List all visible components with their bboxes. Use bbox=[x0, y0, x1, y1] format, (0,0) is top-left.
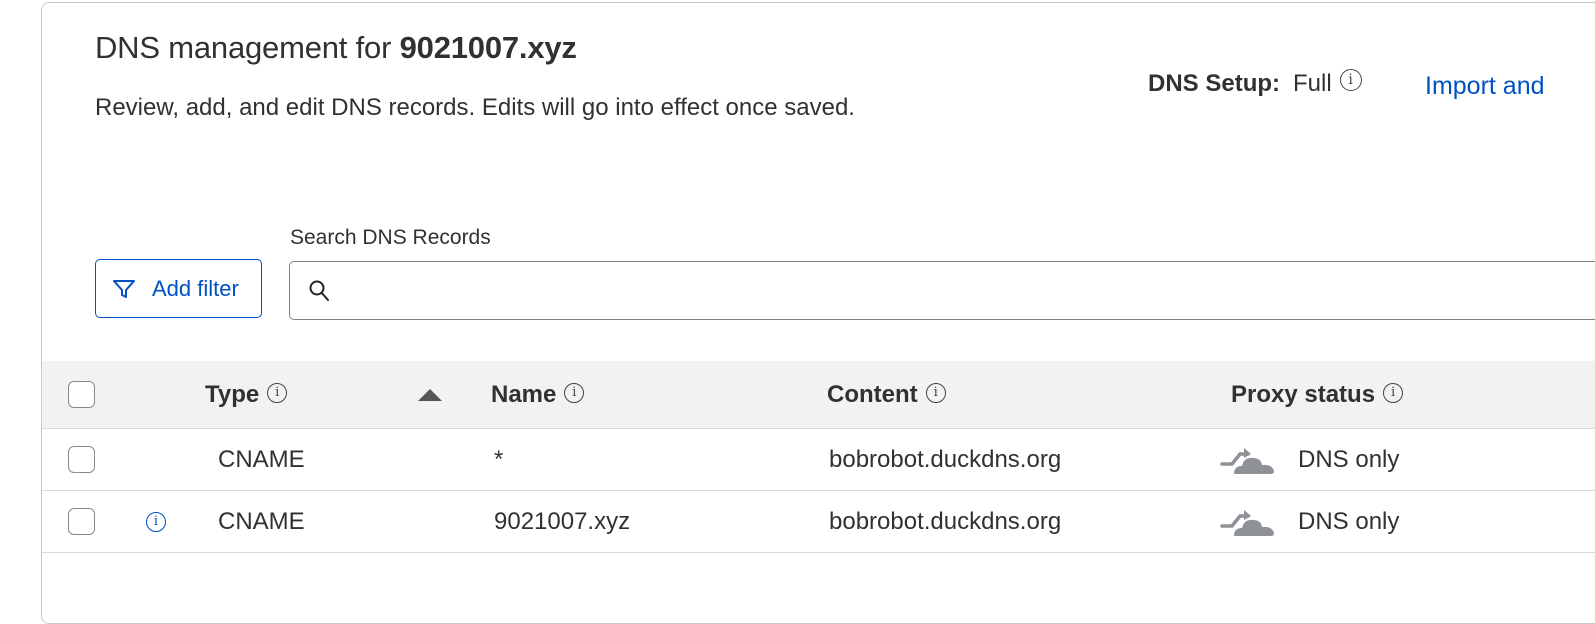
proxy-status: DNS only bbox=[1220, 429, 1399, 490]
proxy-status-label: DNS only bbox=[1298, 507, 1400, 535]
dns-setup-status: DNS Setup: Full i bbox=[1148, 69, 1362, 98]
dns-only-cloud-icon bbox=[1220, 447, 1274, 474]
domain-name: 9021007.xyz bbox=[399, 30, 577, 65]
record-name: 9021007.xyz bbox=[494, 507, 631, 535]
info-icon[interactable]: i bbox=[564, 382, 585, 403]
add-filter-label: Add filter bbox=[152, 275, 239, 301]
column-header-type[interactable]: Type i bbox=[205, 361, 288, 428]
dns-setup-label: DNS Setup: bbox=[1148, 70, 1280, 97]
import-and-export-link[interactable]: Import and bbox=[1425, 72, 1545, 101]
record-content: bobrobot.duckdns.org bbox=[829, 445, 1062, 473]
row-checkbox[interactable] bbox=[68, 446, 95, 473]
select-all-checkbox[interactable] bbox=[68, 381, 95, 408]
dns-setup-value: Full bbox=[1293, 70, 1332, 97]
record-name: * bbox=[494, 445, 504, 473]
table-header: Type i Name i Content i Proxy status i bbox=[42, 361, 1595, 429]
info-icon[interactable]: i bbox=[146, 511, 166, 532]
dns-only-cloud-icon bbox=[1220, 509, 1274, 536]
info-icon[interactable]: i bbox=[1339, 69, 1362, 91]
search-input[interactable] bbox=[342, 269, 1595, 312]
column-header-name[interactable]: Name i bbox=[491, 361, 585, 428]
select-cell bbox=[68, 491, 95, 552]
select-cell bbox=[68, 429, 95, 490]
column-label: Name bbox=[491, 380, 557, 408]
record-content: bobrobot.duckdns.org bbox=[829, 507, 1062, 535]
search-icon bbox=[309, 280, 329, 301]
table-row[interactable]: CNAME * bobrobot.duckdns.org DNS only bbox=[42, 429, 1595, 491]
search-dns-records-field[interactable] bbox=[289, 261, 1595, 320]
page-title: DNS management for 9021007.xyz bbox=[95, 30, 577, 66]
record-type: CNAME bbox=[218, 445, 305, 473]
info-icon[interactable]: i bbox=[267, 382, 288, 403]
column-label: Type bbox=[205, 380, 260, 408]
record-type: CNAME bbox=[218, 507, 305, 535]
row-checkbox[interactable] bbox=[68, 508, 95, 535]
column-label: Proxy status bbox=[1231, 380, 1376, 408]
page-description: Review, add, and edit DNS records. Edits… bbox=[95, 94, 855, 121]
table-row[interactable]: i CNAME 9021007.xyz bobrobot.duckdns.org… bbox=[42, 491, 1595, 553]
info-icon[interactable]: i bbox=[925, 382, 946, 403]
info-icon[interactable]: i bbox=[1383, 382, 1404, 403]
filter-icon bbox=[113, 279, 135, 298]
search-label: Search DNS Records bbox=[290, 226, 491, 249]
select-all-cell bbox=[68, 361, 95, 428]
column-label: Content bbox=[827, 380, 918, 408]
proxy-status: DNS only bbox=[1220, 491, 1399, 552]
proxy-status-label: DNS only bbox=[1298, 445, 1400, 473]
add-filter-button[interactable]: Add filter bbox=[95, 259, 262, 318]
row-info-cell: i bbox=[146, 491, 166, 552]
sort-ascending-icon[interactable] bbox=[418, 388, 442, 401]
column-header-content[interactable]: Content i bbox=[827, 361, 946, 428]
title-prefix: DNS management for bbox=[95, 30, 400, 65]
column-header-proxy-status[interactable]: Proxy status i bbox=[1231, 361, 1404, 428]
sort-cell bbox=[418, 361, 442, 428]
